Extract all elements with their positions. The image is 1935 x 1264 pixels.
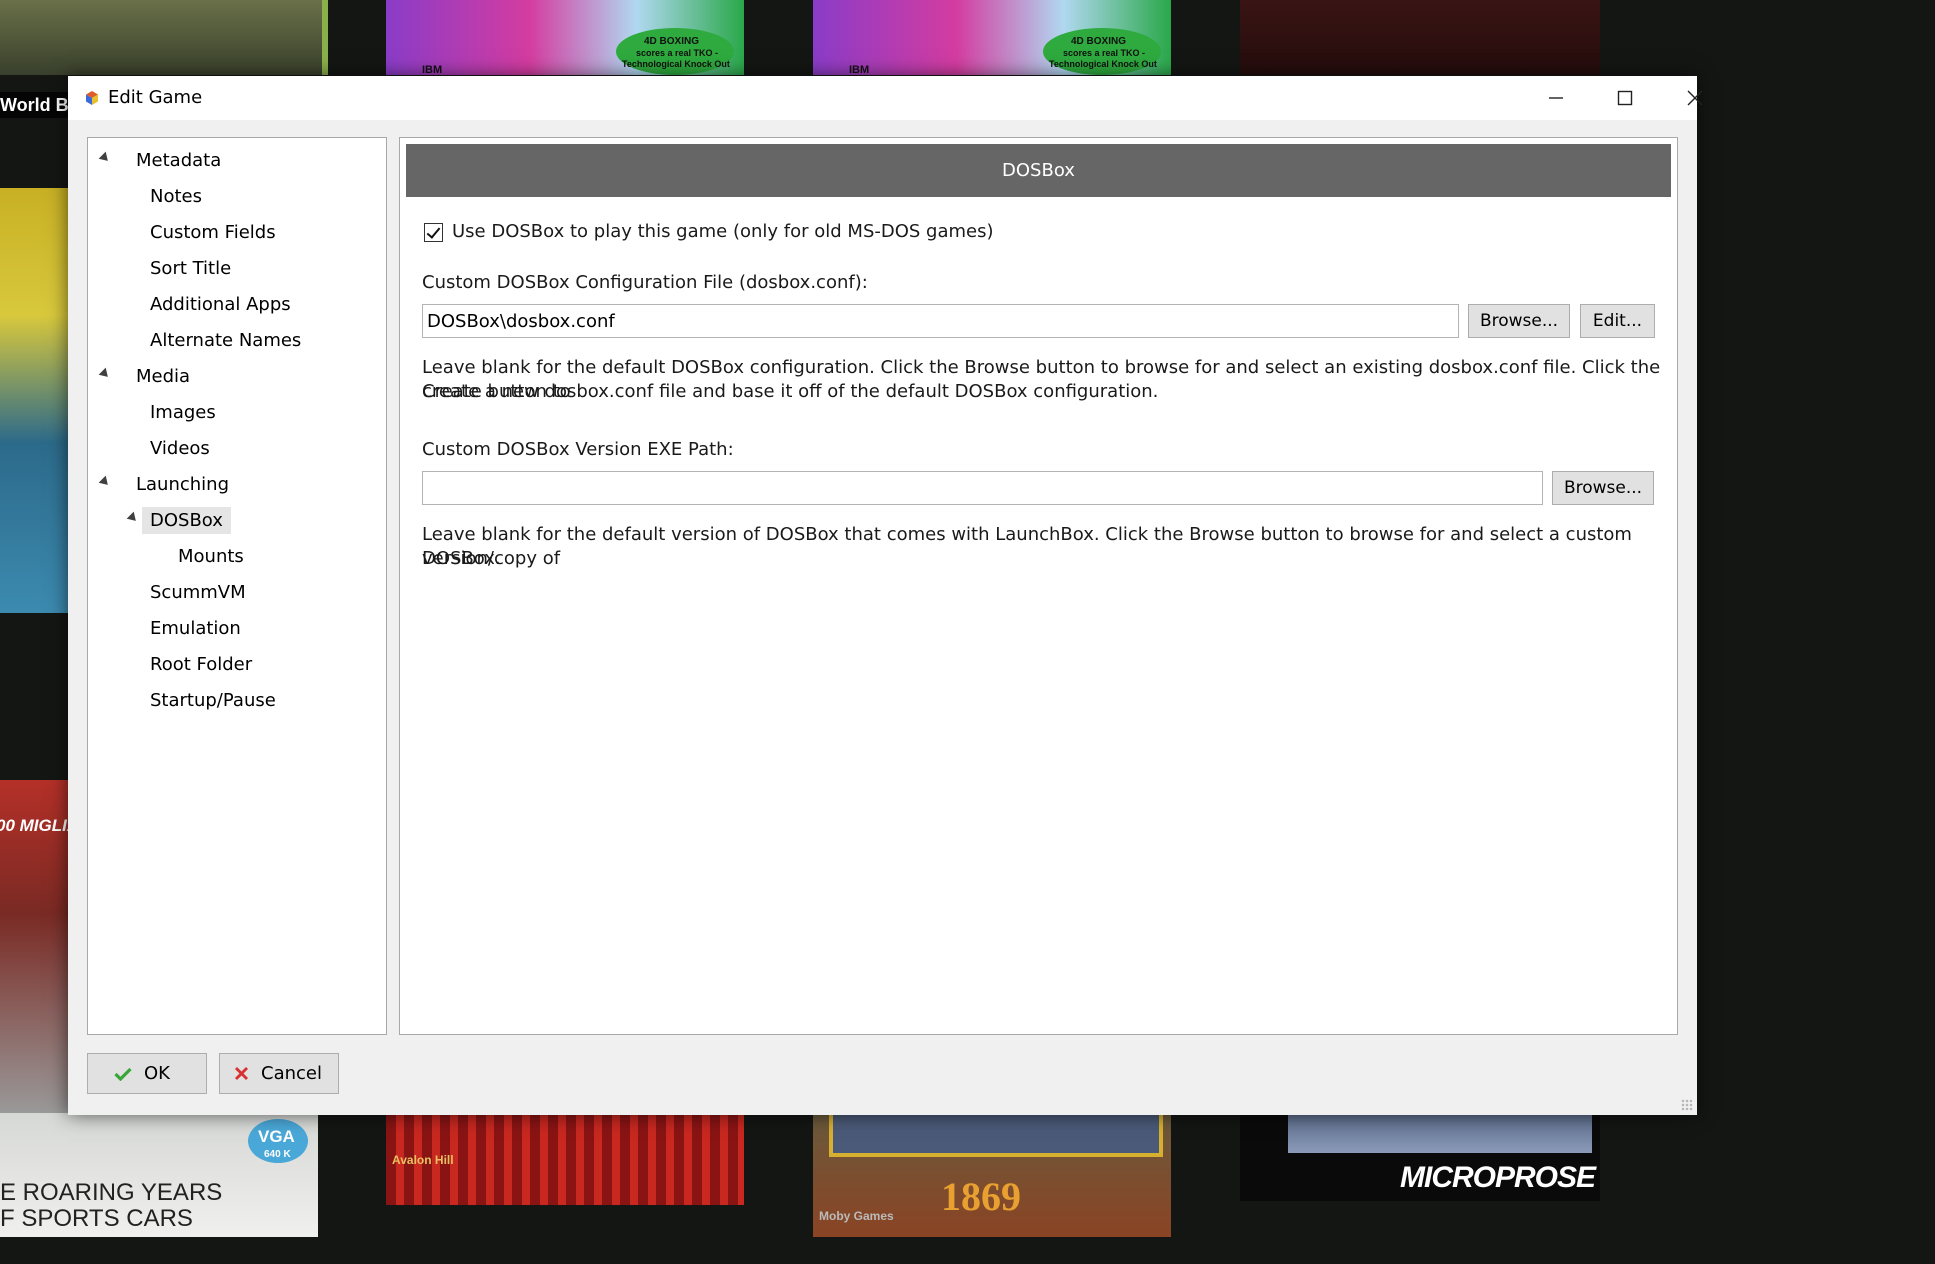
- cancel-label: Cancel: [261, 1063, 322, 1084]
- minimize-button[interactable]: [1522, 76, 1590, 120]
- use-dosbox-checkbox[interactable]: [424, 223, 443, 242]
- cover-text: scores a real TKO -: [636, 48, 719, 58]
- cover-dark-red: [1240, 0, 1600, 75]
- close-icon: [1687, 90, 1703, 106]
- cover-text: 1869: [941, 1174, 1021, 1219]
- cover-4d-boxing-1: 4D BOXING scores a real TKO - Technologi…: [386, 0, 744, 75]
- cover-text: 4D BOXING: [644, 36, 700, 47]
- tree-item-launching[interactable]: Launching: [98, 468, 237, 500]
- cover-microprose: MICROPROSE: [1240, 1113, 1600, 1201]
- tree-item-videos[interactable]: Videos: [142, 432, 218, 464]
- minimize-icon: [1549, 97, 1563, 99]
- exe-help-text-line1: Leave blank for the default version of D…: [422, 524, 1632, 569]
- cover-world-boxing: [0, 0, 328, 75]
- cancel-button[interactable]: Cancel: [219, 1053, 339, 1094]
- tree-item-media[interactable]: Media: [98, 360, 198, 392]
- cover-4d-boxing-2: 4D BOXING scores a real TKO - Technologi…: [813, 0, 1171, 75]
- exe-path-input[interactable]: [422, 471, 1543, 505]
- tree-item-additional-apps[interactable]: Additional Apps: [142, 288, 299, 320]
- cover-avalon-hill: Avalon Hill: [386, 1113, 744, 1205]
- cover-text: 4D BOXING: [1071, 36, 1127, 47]
- cover-text: 00 MIGLIA: [0, 816, 68, 835]
- tree-item-notes[interactable]: Notes: [142, 180, 210, 212]
- tree-item-metadata[interactable]: Metadata: [98, 144, 229, 176]
- window-title: Edit Game: [108, 87, 203, 108]
- cover-1000-miglia: 00 MIGLIA: [0, 780, 68, 1115]
- cover-text: World Bo: [0, 95, 68, 115]
- cover-1869: 1869 Moby Games: [813, 1113, 1171, 1237]
- cover-text: E ROARING YEARS: [0, 1179, 223, 1206]
- red-x-icon: [235, 1067, 248, 1080]
- cover-left-yellow: [0, 188, 68, 613]
- edit-game-dialog: Edit Game Metadata Notes Custom Fields S…: [68, 76, 1703, 1115]
- expanded-arrow-icon[interactable]: [98, 151, 112, 165]
- tree-item-sort-title[interactable]: Sort Title: [142, 252, 239, 284]
- tree-item-images[interactable]: Images: [142, 396, 224, 428]
- conf-file-input[interactable]: [422, 304, 1459, 338]
- ok-button[interactable]: OK: [87, 1053, 207, 1094]
- cover-text: F SPORTS CARS: [0, 1205, 193, 1232]
- expanded-arrow-icon[interactable]: [126, 511, 140, 525]
- cover-text: Moby Games: [819, 1209, 894, 1223]
- dosbox-settings-panel: DOSBox Use DOSBox to play this game (onl…: [399, 137, 1678, 1035]
- tree-item-scummvm[interactable]: ScummVM: [142, 576, 254, 608]
- tree-item-alternate-names[interactable]: Alternate Names: [142, 324, 309, 356]
- conf-file-label: Custom DOSBox Configuration File (dosbox…: [422, 272, 868, 293]
- expanded-arrow-icon[interactable]: [98, 475, 112, 489]
- launchbox-logo-icon: [86, 91, 98, 105]
- exe-path-label: Custom DOSBox Version EXE Path:: [422, 439, 734, 460]
- panel-header: DOSBox: [406, 144, 1671, 197]
- checkmark-icon: [114, 1067, 132, 1081]
- cover-text: MICROPROSE: [1400, 1161, 1596, 1194]
- cover-text: scores a real TKO -: [1063, 48, 1146, 58]
- tree-item-emulation[interactable]: Emulation: [142, 612, 249, 644]
- conf-help-text-line2: create a new dosbox.conf file and base i…: [422, 381, 1159, 402]
- title-bar[interactable]: Edit Game: [68, 76, 1703, 120]
- exe-browse-button[interactable]: Browse...: [1552, 471, 1654, 505]
- cover-1000-miglia-bottom: VGA 640 K E ROARING YEARS F SPORTS CARS: [0, 1113, 318, 1237]
- conf-edit-button[interactable]: Edit...: [1580, 304, 1655, 338]
- cover-text: Avalon Hill: [392, 1153, 454, 1167]
- conf-browse-button[interactable]: Browse...: [1468, 304, 1570, 338]
- use-dosbox-label[interactable]: Use DOSBox to play this game (only for o…: [452, 220, 994, 244]
- cover-text: 640 K: [264, 1149, 291, 1160]
- tree-item-dosbox[interactable]: DOSBox: [126, 504, 231, 536]
- tree-item-mounts[interactable]: Mounts: [170, 540, 252, 572]
- resize-grip-icon[interactable]: [1681, 1099, 1693, 1111]
- ok-label: OK: [144, 1063, 170, 1084]
- exe-help-text-line2: DOSBox.: [422, 548, 501, 569]
- cover-text: IBM: [422, 64, 443, 75]
- close-button[interactable]: [1661, 76, 1729, 120]
- tree-item-custom-fields[interactable]: Custom Fields: [142, 216, 284, 248]
- maximize-icon: [1617, 90, 1633, 106]
- cover-text: Technological Knock Out: [1049, 59, 1157, 69]
- cover-label-world-boxing: World Bo: [0, 92, 68, 118]
- tree-item-root-folder[interactable]: Root Folder: [142, 648, 260, 680]
- cover-text: VGA: [258, 1127, 295, 1146]
- maximize-button[interactable]: [1591, 76, 1659, 120]
- expanded-arrow-icon[interactable]: [98, 367, 112, 381]
- settings-tree: Metadata Notes Custom Fields Sort Title …: [87, 137, 387, 1035]
- cover-text: Technological Knock Out: [622, 59, 730, 69]
- cover-text: IBM: [849, 64, 870, 75]
- tree-item-startup-pause[interactable]: Startup/Pause: [142, 684, 284, 716]
